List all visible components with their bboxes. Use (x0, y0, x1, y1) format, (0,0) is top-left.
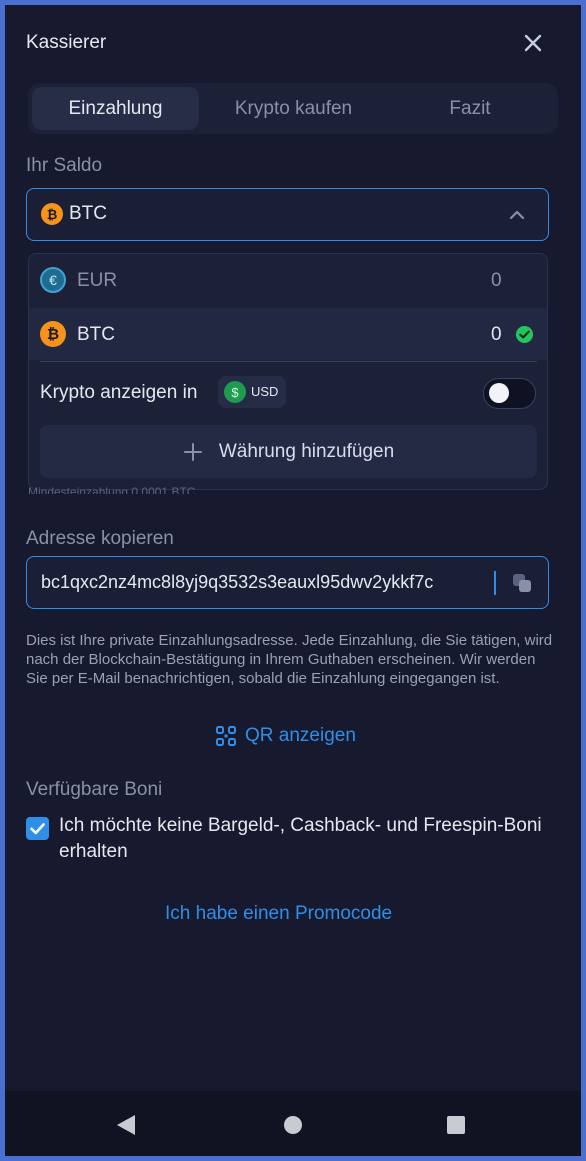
qr-icon (216, 726, 236, 746)
bonus-section-label: Verfügbare Boni (26, 779, 163, 800)
check-circle-icon (515, 325, 534, 349)
android-nav-bar (5, 1091, 581, 1156)
tab-buy-crypto[interactable]: Krypto kaufen (206, 87, 381, 130)
crypto-display-currency: USD (251, 384, 279, 399)
deposit-address-field[interactable]: bc1qxc2nz4mc8l8yj9q3532s3eauxl95dwv2ykkf… (26, 556, 549, 609)
currency-dropdown: € EUR 0 ₿ BTC 0 Krypto anzeigen in $ USD… (28, 253, 548, 490)
address-label: Adresse kopieren (26, 528, 174, 549)
plus-icon (183, 442, 203, 462)
show-qr-button[interactable]: QR anzeigen (216, 725, 356, 747)
address-description: Dies ist Ihre private Einzahlungsadresse… (26, 632, 553, 687)
add-currency-button[interactable]: Währung hinzufügen (40, 425, 537, 478)
currency-option-btc[interactable]: ₿ BTC 0 (29, 308, 547, 360)
currency-option-label: BTC (77, 324, 115, 345)
currency-select[interactable]: ₿ BTC (26, 188, 549, 241)
bitcoin-icon: ₿ (41, 203, 63, 225)
add-currency-label: Währung hinzufügen (218, 440, 395, 462)
selected-currency: BTC (69, 203, 107, 224)
text-caret (494, 571, 496, 595)
recents-icon[interactable] (446, 1115, 466, 1140)
cashier-modal: Kassierer Einzahlung Krypto kaufen Fazit… (5, 5, 581, 1156)
tab-deposit[interactable]: Einzahlung (32, 87, 199, 130)
show-qr-label: QR anzeigen (245, 725, 356, 746)
currency-option-value: 0 (491, 270, 502, 291)
euro-icon: € (40, 267, 66, 293)
no-bonus-label: Ich möchte keine Bargeld-, Cashback- und… (59, 815, 542, 862)
checkmark-icon (30, 823, 45, 835)
crypto-display-label: Krypto anzeigen in (40, 382, 198, 403)
back-icon[interactable] (115, 1113, 137, 1142)
crypto-display-toggle[interactable] (483, 378, 536, 409)
tab-summary[interactable]: Fazit (386, 87, 554, 130)
no-bonus-checkbox[interactable] (26, 817, 49, 840)
modal-title: Kassierer (26, 32, 107, 53)
deposit-address: bc1qxc2nz4mc8l8yj9q3532s3eauxl95dwv2ykkf… (41, 572, 434, 592)
dollar-icon: $ (224, 381, 246, 403)
copy-icon[interactable] (511, 572, 533, 599)
currency-option-eur[interactable]: € EUR 0 (29, 254, 547, 306)
crypto-display-currency-badge: $ USD (218, 376, 286, 408)
modal-header: Kassierer (5, 5, 581, 83)
chevron-up-icon (507, 205, 527, 230)
home-icon[interactable] (282, 1114, 304, 1141)
toggle-knob (489, 383, 509, 403)
dropdown-divider (40, 361, 537, 362)
balance-label: Ihr Saldo (26, 155, 103, 176)
close-icon[interactable] (521, 31, 545, 55)
currency-option-value: 0 (491, 324, 502, 345)
min-deposit-hint: Mindesteinzahlung 0.0001 BTC (28, 485, 196, 494)
currency-option-label: EUR (77, 270, 118, 291)
promocode-link[interactable]: Ich habe einen Promocode (165, 903, 392, 925)
cashier-tabs: Einzahlung Krypto kaufen Fazit (28, 83, 558, 134)
bitcoin-icon: ₿ (40, 321, 66, 347)
